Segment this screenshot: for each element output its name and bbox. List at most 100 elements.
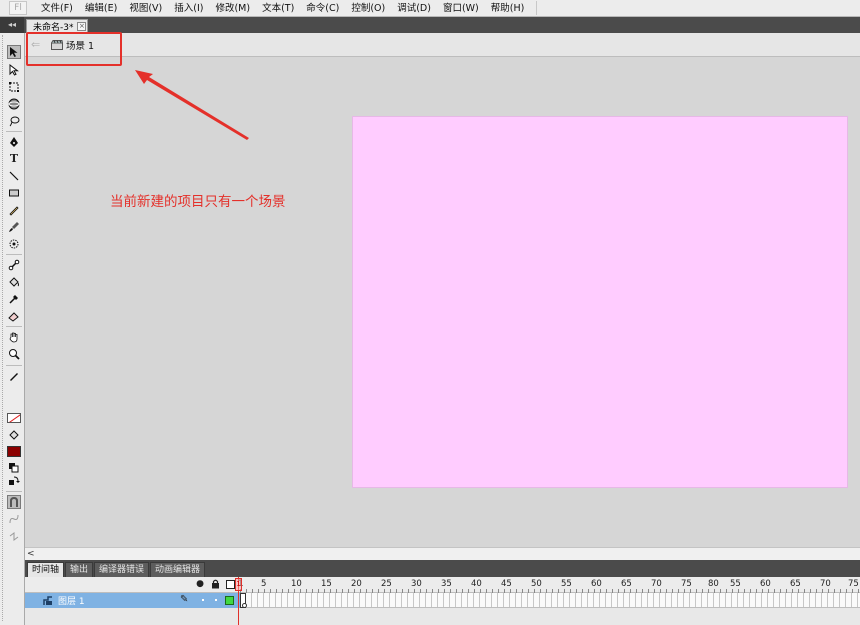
frame-number: 25 <box>381 579 392 589</box>
frame-number: 60 <box>760 579 771 589</box>
frame-number: 5 <box>261 579 267 589</box>
app-icon: Fl <box>9 1 27 15</box>
menu-insert[interactable]: 插入(I) <box>168 1 209 16</box>
annotation-text: 当前新建的项目只有一个场景 <box>110 194 286 210</box>
frame-number: 35 <box>441 579 452 589</box>
line-tool-icon[interactable] <box>7 169 21 183</box>
annotation-arrow <box>135 70 249 140</box>
zoom-tool-icon[interactable] <box>7 347 21 361</box>
menu-modify[interactable]: 修改(M) <box>209 1 256 16</box>
frame-number: 60 <box>591 579 602 589</box>
tab-compiler-errors[interactable]: 编译器错误 <box>94 562 150 577</box>
frame-number: 30 <box>411 579 422 589</box>
layer-outline-color-swatch[interactable] <box>225 596 234 605</box>
frame-number: 75 <box>848 579 859 589</box>
subselection-tool-icon[interactable] <box>7 63 21 77</box>
menu-commands[interactable]: 命令(C) <box>300 1 345 16</box>
eye-icon[interactable]: ● <box>195 579 205 589</box>
straighten-icon[interactable] <box>7 529 21 543</box>
tool-separator <box>6 131 22 132</box>
brush-tool-icon[interactable] <box>7 220 21 234</box>
eraser-tool-icon[interactable] <box>7 309 21 323</box>
tool-separator <box>6 254 22 255</box>
tab-motion-editor[interactable]: 动画编辑器 <box>150 562 206 577</box>
stage[interactable] <box>352 116 848 488</box>
tools-panel: T <box>0 33 25 625</box>
frame-number: 80 <box>708 579 719 589</box>
frame-number: 65 <box>790 579 801 589</box>
menu-help[interactable]: 帮助(H) <box>485 1 531 16</box>
bone-tool-icon[interactable] <box>7 258 21 272</box>
stroke-color-swatch[interactable] <box>7 413 21 423</box>
layer-row[interactable]: 图层 1 ✎ <box>25 593 240 608</box>
close-icon[interactable]: × <box>77 22 87 31</box>
menu-text[interactable]: 文本(T) <box>256 1 300 16</box>
stroke-color-pencil-icon <box>7 369 21 383</box>
scroll-left-icon[interactable]: < <box>27 548 35 560</box>
menu-file[interactable]: 文件(F) <box>35 1 79 16</box>
smooth-icon[interactable] <box>7 512 21 526</box>
menu-debug[interactable]: 调试(D) <box>391 1 437 16</box>
frame-number: 45 <box>501 579 512 589</box>
timeline-header: ● 1 5 10 15 20 25 30 35 40 45 50 55 60 6… <box>25 577 860 593</box>
free-transform-tool-icon[interactable] <box>7 80 21 94</box>
layer-visibility-dot[interactable] <box>202 599 204 601</box>
panel-grip[interactable] <box>2 35 5 621</box>
eyedropper-tool-icon[interactable] <box>7 292 21 306</box>
tool-separator <box>6 365 22 366</box>
playhead-handle[interactable]: 1 <box>235 578 242 591</box>
edit-bar: ⇐ 场景 1 <box>25 33 860 57</box>
frame-number: 55 <box>561 579 572 589</box>
menu-view[interactable]: 视图(V) <box>123 1 168 16</box>
frame-number: 10 <box>291 579 302 589</box>
fill-color-swatch[interactable] <box>7 446 21 457</box>
keyframe[interactable] <box>240 593 247 608</box>
frame-number: 50 <box>531 579 542 589</box>
deco-tool-icon[interactable] <box>7 237 21 251</box>
layer-frames[interactable] <box>240 593 860 608</box>
horizontal-scrollbar[interactable]: < <box>25 547 860 560</box>
default-colors-icon[interactable] <box>7 461 21 475</box>
menu-divider <box>536 1 538 15</box>
lasso-tool-icon[interactable] <box>7 114 21 128</box>
annotation-highlight-box <box>26 32 122 66</box>
layer-icon <box>43 595 54 606</box>
tool-separator <box>6 491 22 492</box>
hand-tool-icon[interactable] <box>7 330 21 344</box>
lock-icon[interactable] <box>210 579 220 589</box>
timeline-panel: ● 1 5 10 15 20 25 30 35 40 45 50 55 60 6… <box>25 577 860 625</box>
3d-rotation-tool-icon[interactable] <box>7 97 21 111</box>
document-tab-strip: ◂◂ 未命名-3* × <box>0 17 860 33</box>
pencil-icon: ✎ <box>180 594 189 605</box>
menu-bar: Fl 文件(F) 编辑(E) 视图(V) 插入(I) 修改(M) 文本(T) 命… <box>0 0 860 17</box>
collapse-panel-button[interactable]: ◂◂ <box>0 17 24 33</box>
document-tab[interactable]: 未命名-3* × <box>26 19 88 33</box>
frame-number: 65 <box>621 579 632 589</box>
frame-number: 15 <box>321 579 332 589</box>
tool-separator <box>6 326 22 327</box>
swap-colors-icon[interactable] <box>7 474 21 488</box>
frame-number: 70 <box>820 579 831 589</box>
outline-icon[interactable] <box>226 580 235 589</box>
text-tool-icon[interactable]: T <box>7 152 21 166</box>
tab-timeline[interactable]: 时间轴 <box>27 562 65 577</box>
rectangle-tool-icon[interactable] <box>7 186 21 200</box>
menu-control[interactable]: 控制(O) <box>345 1 391 16</box>
frame-number: 40 <box>471 579 482 589</box>
tab-output[interactable]: 输出 <box>65 562 94 577</box>
menu-edit[interactable]: 编辑(E) <box>79 1 123 16</box>
frame-number: 20 <box>351 579 362 589</box>
pen-tool-icon[interactable] <box>7 135 21 149</box>
selection-tool-icon[interactable] <box>7 45 21 59</box>
layer-name[interactable]: 图层 1 <box>58 594 85 607</box>
menu-window[interactable]: 窗口(W) <box>437 1 485 16</box>
pencil-tool-icon[interactable] <box>7 203 21 217</box>
panel-tabs: 时间轴 输出 编译器错误 动画编辑器 <box>25 560 860 577</box>
layer-lock-dot[interactable] <box>215 599 217 601</box>
snap-to-objects-icon[interactable] <box>7 495 21 509</box>
frame-number: 55 <box>730 579 741 589</box>
frame-number: 75 <box>681 579 692 589</box>
fill-bucket-icon <box>7 428 21 442</box>
paint-bucket-tool-icon[interactable] <box>7 275 21 289</box>
frame-number: 70 <box>651 579 662 589</box>
